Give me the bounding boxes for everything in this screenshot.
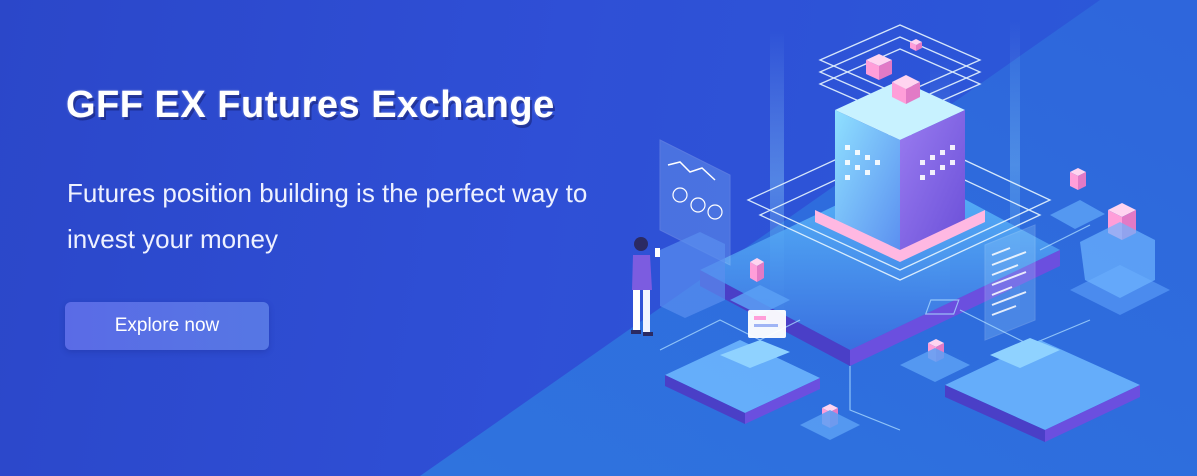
hero-banner: GFF EX Futures Exchange Futures position… xyxy=(0,0,1197,476)
page-title: GFF EX Futures Exchange xyxy=(66,84,555,126)
page-subtitle: Futures position building is the perfect… xyxy=(67,178,588,254)
data-center-illustration xyxy=(631,20,1170,442)
code-panel-icon xyxy=(984,224,1036,341)
person-with-phone-icon xyxy=(631,232,725,336)
explore-now-button[interactable]: Explore now xyxy=(65,302,269,350)
